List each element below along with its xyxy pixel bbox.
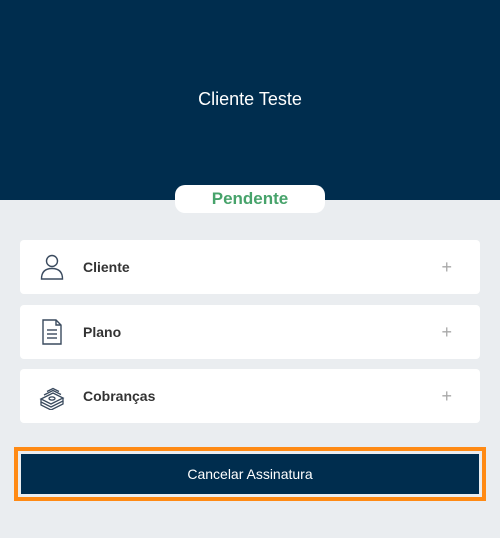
section-cliente[interactable]: Cliente + [20,240,480,294]
cancel-subscription-button[interactable]: Cancelar Assinatura [21,454,479,494]
cancel-button-highlight: Cancelar Assinatura [14,447,486,501]
money-stack-icon [39,382,65,410]
section-label: Cobranças [83,388,156,404]
client-name: Cliente Teste [198,89,302,109]
document-icon [39,318,65,346]
expand-icon[interactable]: + [441,240,452,294]
expand-icon[interactable]: + [441,305,452,359]
section-label: Cliente [83,259,130,275]
expand-icon[interactable]: + [441,369,452,423]
header-banner: Cliente Teste [0,0,500,200]
section-plano[interactable]: Plano + [20,305,480,359]
user-icon [39,253,65,281]
section-label: Plano [83,324,122,340]
section-cobrancas[interactable]: Cobranças + [20,369,480,423]
status-badge: Pendente [175,185,325,213]
